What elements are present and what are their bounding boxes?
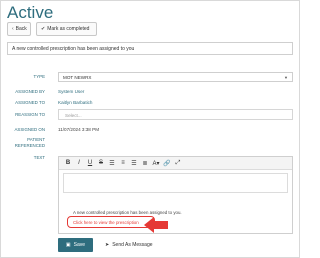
italic-button[interactable]: I	[75, 159, 83, 167]
editor-toolbar: B I U S ☰ ≡ ☰ ≣ A▾ 🔗 ⤢	[59, 157, 292, 170]
mark-completed-button[interactable]: ✔ Mark as completed	[36, 22, 97, 36]
chevron-down-icon: ▼	[284, 75, 288, 80]
align-left-icon[interactable]: ☰	[108, 159, 116, 167]
back-button[interactable]: ‹ Back	[7, 22, 31, 36]
mark-completed-label: Mark as completed	[47, 26, 90, 32]
type-label: TYPE	[33, 74, 45, 79]
fullscreen-icon[interactable]: ⤢	[174, 159, 182, 167]
chevron-left-icon: ‹	[12, 26, 14, 32]
link-icon[interactable]: 🔗	[163, 159, 171, 167]
font-color-icon[interactable]: A▾	[152, 159, 160, 167]
send-as-message-button[interactable]: ➤ Send As Message	[105, 238, 153, 252]
prescription-link[interactable]: Click here to view the prescription	[67, 216, 155, 228]
referenced-label: REFERENCED	[14, 143, 45, 148]
reassign-select[interactable]: Select...	[58, 109, 293, 120]
red-arrow-icon	[144, 217, 168, 233]
type-value: MOT NEWRX	[63, 75, 92, 80]
bold-button[interactable]: B	[64, 159, 72, 167]
reassign-placeholder: Select...	[65, 113, 82, 118]
task-panel: Active ‹ Back ✔ Mark as completed A new …	[0, 0, 300, 258]
underline-button[interactable]: U	[86, 159, 94, 167]
assigned-to-label: ASSIGNED TO	[15, 100, 45, 105]
strikethrough-button[interactable]: S	[97, 159, 105, 167]
send-icon: ➤	[105, 242, 110, 248]
save-icon: ▣	[65, 242, 71, 248]
assigned-by-label: ASSIGNED BY	[15, 89, 45, 94]
send-as-message-label: Send As Message	[112, 242, 153, 248]
align-center-icon[interactable]: ≡	[119, 159, 127, 167]
align-right-icon[interactable]: ☰	[130, 159, 138, 167]
text-label: TEXT	[33, 155, 45, 160]
assigned-on-value: 11/07/2024 3:38 PM	[58, 127, 100, 132]
editor-message: A new controlled prescription has been a…	[73, 210, 182, 215]
justify-icon[interactable]: ≣	[141, 159, 149, 167]
assigned-on-label: ASSIGNED ON	[14, 127, 46, 132]
subject-value: A new controlled prescription has been a…	[12, 46, 135, 52]
check-icon: ✔	[41, 26, 46, 32]
page-title: Active	[7, 3, 54, 22]
assigned-by-value: System User	[58, 89, 85, 94]
subject-field[interactable]: A new controlled prescription has been a…	[7, 42, 293, 55]
type-select[interactable]: MOT NEWRX ▼	[58, 72, 293, 82]
patient-label: PATIENT	[27, 137, 45, 142]
save-button-label: Save	[73, 242, 86, 248]
reassign-label: REASSIGN TO	[15, 112, 45, 117]
editor-content-area[interactable]	[63, 173, 288, 193]
rich-text-editor[interactable]: B I U S ☰ ≡ ☰ ≣ A▾ 🔗 ⤢ A new controlled …	[58, 156, 293, 234]
save-button[interactable]: ▣ Save	[58, 238, 93, 252]
back-button-label: Back	[15, 26, 27, 32]
assigned-to-value: Kaitlyn Barbatich	[58, 100, 93, 105]
